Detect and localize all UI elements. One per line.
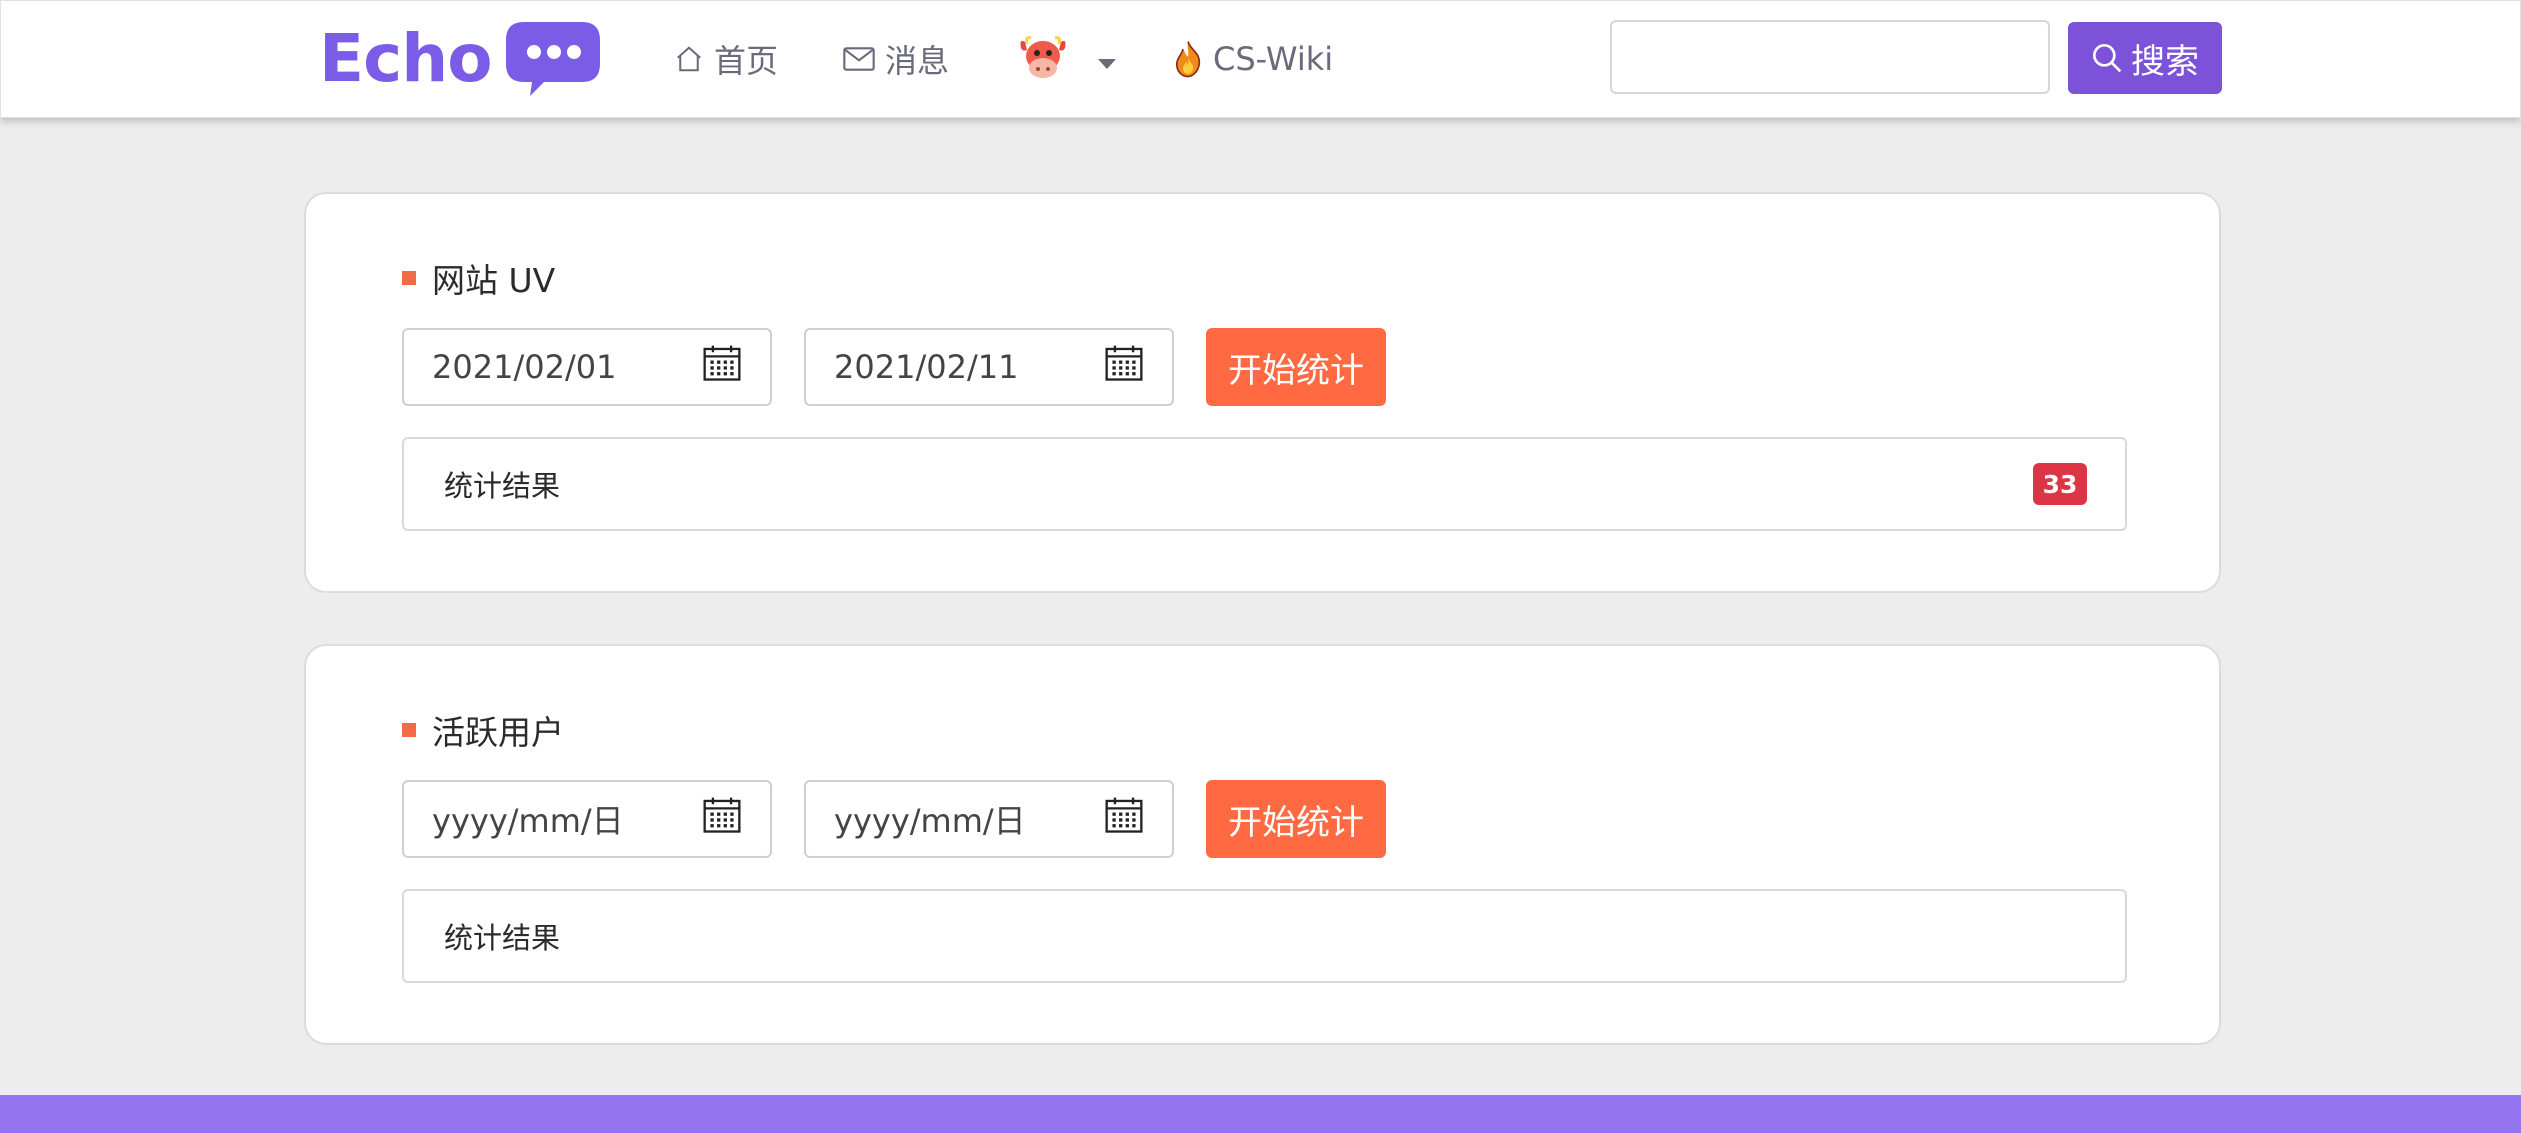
title-marker [402,723,416,737]
nav-cs-wiki-label: CS-Wiki [1213,40,1334,78]
card-title: 网站 UV [402,254,555,302]
nav-home[interactable]: 首页 [674,29,778,89]
search-icon [2093,43,2122,73]
calendar-icon[interactable] [702,344,742,390]
result-box: 统计结果 33 [402,437,2127,531]
result-label: 统计结果 [444,469,561,503]
start-stat-button[interactable]: 开始统计 [1206,328,1386,406]
calendar-icon[interactable] [702,796,742,842]
caret-down-icon [1097,40,1117,78]
result-box: 统计结果 [402,889,2127,983]
search-button-label: 搜索 [2131,41,2199,82]
card-title-text: 网站 UV [432,261,556,300]
calendar-icon[interactable] [1104,344,1144,390]
end-date-input[interactable]: 2021/02/11 [804,328,1174,406]
logo-text: Echo [319,20,493,97]
start-date-input[interactable]: yyyy/mm/日 [402,780,772,858]
nav-messages-label: 消息 [885,42,950,80]
nav-cs-wiki[interactable]: CS-Wiki [1173,29,1333,89]
search-input[interactable] [1610,20,2050,94]
result-count-badge: 33 [2033,463,2087,505]
home-icon [674,44,704,74]
title-marker [402,271,416,285]
nav-messages[interactable]: 消息 [843,29,949,89]
calendar-icon[interactable] [1104,796,1144,842]
nav-home-label: 首页 [714,42,779,80]
footer-bar [0,1095,2521,1133]
end-date-value: yyyy/mm/日 [834,802,1026,840]
fire-icon [1173,40,1203,78]
logo[interactable]: Echo [319,19,602,99]
end-date-value: 2021/02/11 [834,348,1019,386]
user-menu-toggle[interactable] [1017,29,1117,89]
start-date-value: 2021/02/01 [432,348,617,386]
end-date-input[interactable]: yyyy/mm/日 [804,780,1174,858]
search-button[interactable]: 搜索 [2068,22,2222,94]
active-users-card: 活跃用户 yyyy/mm/日 yyyy/mm/日 开始统计 统计结果 [304,644,2221,1045]
mail-icon [843,46,875,72]
start-stat-button[interactable]: 开始统计 [1206,780,1386,858]
result-label: 统计结果 [444,921,561,955]
card-title-text: 活跃用户 [432,713,564,752]
chat-bubble-icon [504,20,602,98]
card-title: 活跃用户 [402,706,564,754]
uv-stat-card: 网站 UV 2021/02/01 2021/02/11 开始统计 统计结果 33 [304,192,2221,593]
top-navbar: Echo 首页 消息 CS-Wiki 搜索 [0,0,2521,118]
start-date-value: yyyy/mm/日 [432,802,624,840]
start-date-input[interactable]: 2021/02/01 [402,328,772,406]
avatar [1017,36,1069,82]
